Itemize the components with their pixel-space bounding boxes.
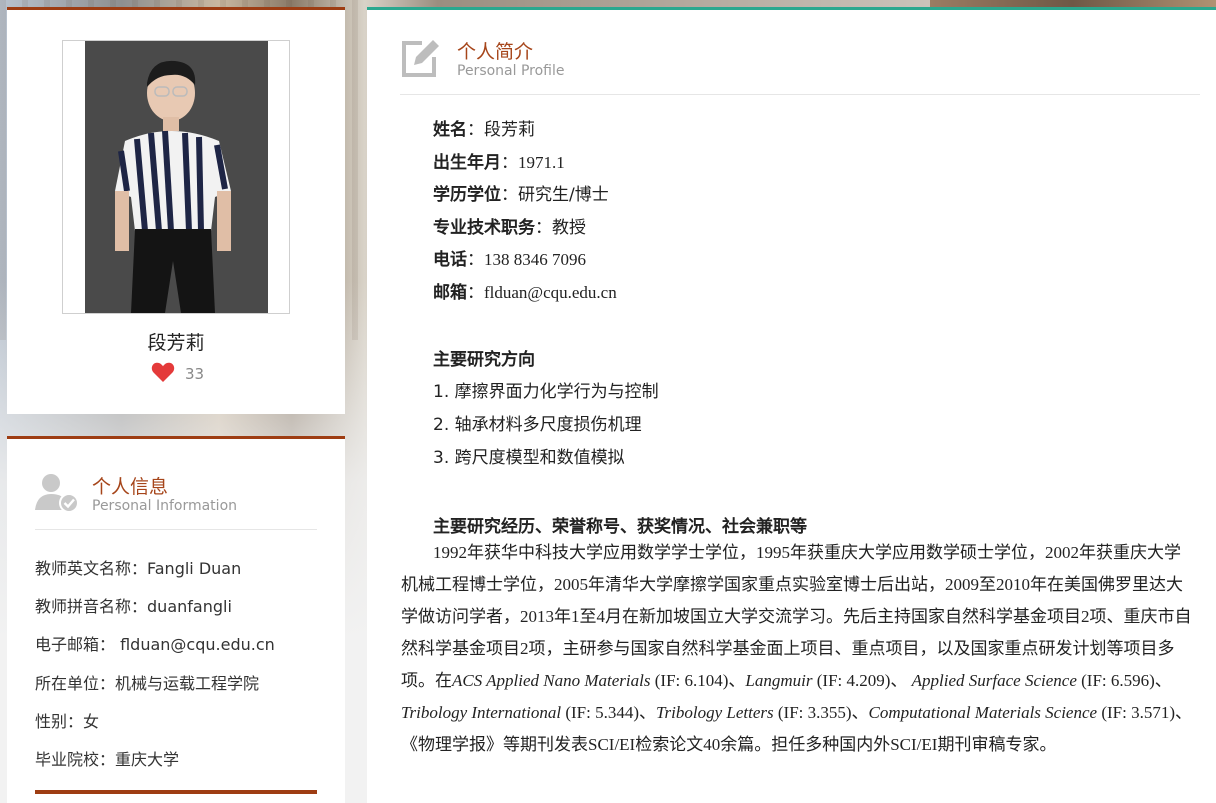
research-item: 2. 轴承材料多尺度损伤机理: [433, 415, 642, 435]
personal-info-subtitle: Personal Information: [92, 498, 238, 514]
research-item: 3. 跨尺度模型和数值模拟: [433, 448, 625, 468]
field-birth: 出生年月：1971.1: [433, 153, 565, 173]
field-phone: 电话：138 8346 7096: [433, 250, 586, 270]
field-title: 专业技术职务：教授: [433, 218, 586, 238]
teacher-name: 段芳莉: [147, 332, 205, 354]
edit-icon: [402, 40, 439, 77]
portrait-frame: [62, 40, 290, 314]
info-row-department: 所在单位：机械与运载工程学院: [35, 674, 260, 693]
experience-heading: 主要研究经历、荣誉称号、获奖情况、社会兼职等: [433, 517, 807, 537]
info-row-english-name: 教师英文名称：Fangli Duan: [35, 559, 242, 578]
personal-profile-header: 个人简介 Personal Profile: [400, 33, 1200, 95]
field-name: 姓名：段芳莉: [433, 120, 535, 140]
profile-photo-card: 段芳莉 33: [7, 7, 345, 414]
research-heading: 主要研究方向: [433, 350, 535, 370]
card-bottom-rule: [35, 790, 317, 794]
user-check-icon: [35, 474, 79, 513]
field-degree: 学历学位：研究生/博士: [433, 185, 609, 205]
like-control[interactable]: 33: [151, 360, 204, 384]
portrait-illustration: [85, 41, 268, 313]
personal-info-title: 个人信息: [92, 476, 169, 498]
personal-info-header: 个人信息 Personal Information: [35, 472, 317, 530]
personal-profile-panel: 个人简介 Personal Profile 姓名：段芳莉 出生年月：1971.1…: [367, 7, 1216, 803]
info-row-alma-mater: 毕业院校：重庆大学: [35, 750, 180, 769]
research-item: 1. 摩擦界面力化学行为与控制: [433, 382, 659, 402]
info-row-email: 电子邮箱： flduan@cqu.edu.cn: [35, 635, 275, 654]
personal-profile-subtitle: Personal Profile: [457, 63, 565, 79]
info-row-gender: 性别：女: [35, 712, 100, 731]
like-count: 33: [185, 365, 205, 383]
field-email: 邮箱：flduan@cqu.edu.cn: [433, 283, 617, 303]
personal-info-card: 个人信息 Personal Information 教师英文名称：Fangli …: [7, 436, 345, 803]
heart-icon[interactable]: [151, 361, 175, 383]
personal-profile-title: 个人简介: [457, 41, 534, 63]
info-row-pinyin-name: 教师拼音名称：duanfangli: [35, 597, 232, 616]
bio-paragraph: 1992年获华中科技大学应用数学学士学位，1995年获重庆大学应用数学硕士学位，…: [401, 543, 1192, 754]
portrait-photo: [85, 41, 268, 313]
